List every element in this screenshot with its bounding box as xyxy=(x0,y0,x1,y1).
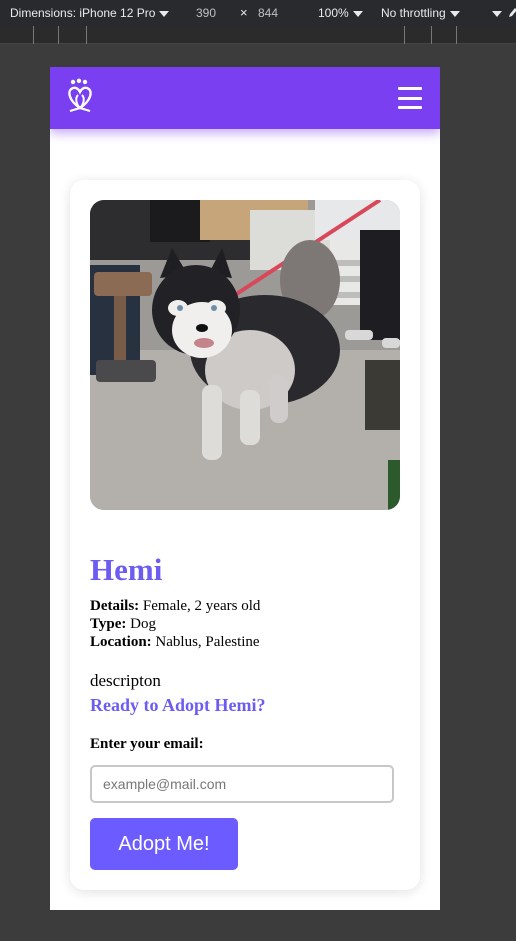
type-label: Type: xyxy=(90,616,127,632)
chevron-down-icon xyxy=(492,10,502,17)
pet-description: descripton xyxy=(90,671,161,690)
email-field[interactable] xyxy=(90,765,394,803)
pet-card: Hemi Details: Female, 2 years old Type: … xyxy=(70,180,420,890)
dimensions-times-sign: × xyxy=(240,5,248,20)
type-value: Dog xyxy=(126,616,156,632)
pet-details: Details: Female, 2 years old Type: Dog L… xyxy=(90,597,400,651)
more-options-dropdown[interactable] xyxy=(488,6,502,20)
hamburger-menu-icon[interactable] xyxy=(398,87,422,109)
chevron-down-icon xyxy=(449,10,460,17)
navbar xyxy=(50,67,440,129)
devtools-device-toolbar: Dimensions: iPhone 12 Pro 390 × 844 100%… xyxy=(0,0,516,26)
viewport-height-field[interactable]: 844 xyxy=(258,6,278,20)
viewport-width-field[interactable]: 390 xyxy=(196,6,216,20)
mobile-viewport: Hemi Details: Female, 2 years old Type: … xyxy=(50,67,440,910)
edit-icon[interactable] xyxy=(508,6,516,21)
throttling-label: No throttling xyxy=(381,6,446,20)
media-query-ruler xyxy=(0,26,516,44)
location-value: Nablus, Palestine xyxy=(151,634,260,650)
details-label: Details: xyxy=(90,598,140,614)
chevron-down-icon xyxy=(159,10,170,17)
location-label: Location: xyxy=(90,634,152,650)
pet-photo xyxy=(90,200,400,510)
pet-name-heading: Hemi xyxy=(90,552,163,587)
email-label: Enter your email: xyxy=(90,736,204,752)
detail-row-details: Details: Female, 2 years old xyxy=(90,597,400,615)
detail-row-type: Type: Dog xyxy=(90,615,400,633)
throttling-select[interactable]: No throttling xyxy=(381,6,460,20)
details-value: Female, 2 years old xyxy=(139,598,261,614)
detail-row-location: Location: Nablus, Palestine xyxy=(90,633,400,651)
chevron-down-icon xyxy=(352,10,363,17)
zoom-select[interactable]: 100% xyxy=(318,6,363,20)
adopt-me-button[interactable]: Adopt Me! xyxy=(90,818,238,870)
device-dimensions-select[interactable]: Dimensions: iPhone 12 Pro xyxy=(10,6,170,20)
pencil-icon xyxy=(509,8,516,17)
husky-dog-photo xyxy=(90,200,400,510)
adopt-heading: Ready to Adopt Hemi? xyxy=(90,695,266,715)
paw-heart-logo-icon[interactable] xyxy=(64,78,96,114)
zoom-label: 100% xyxy=(318,6,349,20)
device-dimensions-label: Dimensions: iPhone 12 Pro xyxy=(10,6,156,20)
